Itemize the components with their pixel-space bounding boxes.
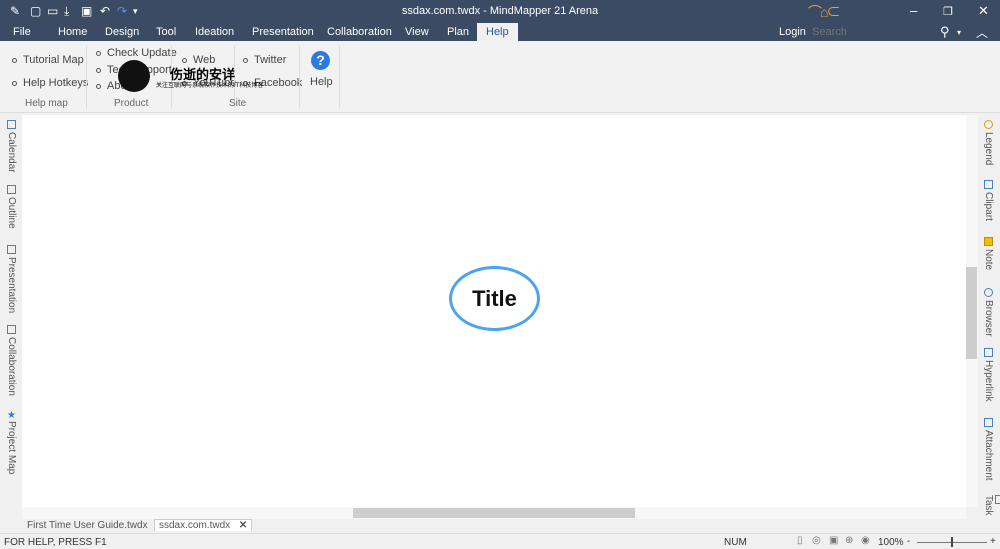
close-tab-icon[interactable]: ✕	[239, 520, 247, 531]
zoom-slider-handle[interactable]	[951, 537, 953, 547]
group-label-help-map: Help map	[25, 98, 68, 109]
tab-view[interactable]: View	[405, 26, 429, 38]
watermark-subtitle: 关注互联网与系统软件技术的IT科技博客	[156, 83, 264, 89]
search-input[interactable]	[812, 25, 938, 39]
tab-home[interactable]: Home	[58, 26, 87, 38]
close-button[interactable]: ✕	[978, 3, 989, 19]
restore-button[interactable]: ❐	[943, 5, 953, 18]
panel-clipart[interactable]: Clipart	[983, 180, 994, 221]
group-label-site: Site	[229, 98, 247, 109]
login-link[interactable]: Login	[779, 26, 806, 38]
zoom-icon[interactable]: ◉	[861, 535, 870, 546]
calendar-icon	[6, 120, 16, 129]
divider	[339, 46, 340, 108]
tab-file[interactable]: File	[13, 26, 31, 38]
horizontal-scrollbar[interactable]	[22, 507, 966, 519]
divider	[299, 46, 300, 108]
panel-legend[interactable]: Legend	[983, 120, 994, 165]
panel-hyperlink[interactable]: Hyperlink	[983, 348, 994, 402]
zoom-fit-icon[interactable]: ◎	[812, 535, 821, 546]
collapse-ribbon-icon[interactable]: ︿	[976, 24, 988, 41]
horizontal-scroll-thumb[interactable]	[353, 508, 635, 518]
panel-browser[interactable]: Browser	[983, 288, 994, 337]
twitter-button[interactable]: Twitter	[243, 54, 286, 66]
right-panel-bar: Legend Clipart Note Browser Hyperlink At…	[978, 115, 1000, 525]
title-bar: ✎ ▢ ▭ ⤓ ▣ ↶ ↷ ▾ ssdax.com.twdx - MindMap…	[0, 0, 1000, 23]
panel-outline[interactable]: Outline	[6, 185, 17, 229]
left-panel-bar: Calendar Outline Presentation Collaborat…	[0, 115, 22, 520]
doc-tab-ssdax[interactable]: ssdax.com.twdx ✕	[154, 519, 253, 531]
tab-design[interactable]: Design	[105, 26, 139, 38]
tab-collaboration[interactable]: Collaboration	[327, 26, 392, 38]
panel-task[interactable]: Task	[983, 495, 1000, 525]
panel-attachment[interactable]: Attachment	[983, 418, 994, 481]
panel-note[interactable]: Note	[983, 237, 994, 270]
globe-icon	[983, 288, 993, 297]
help-icon[interactable]: ?	[311, 51, 330, 70]
group-label-product: Product	[114, 98, 149, 109]
center-icon[interactable]: ⊕	[845, 535, 853, 546]
outline-icon	[6, 185, 16, 194]
ribbon: Tutorial Map Help Hotkeys Help map Check…	[0, 41, 1000, 113]
legend-icon	[983, 120, 993, 129]
task-icon	[994, 495, 1000, 504]
search-options-icon[interactable]: ▾	[957, 28, 961, 37]
note-icon	[983, 237, 993, 246]
search-icon[interactable]: ⚲	[940, 24, 950, 40]
vertical-scrollbar[interactable]	[966, 115, 978, 507]
tab-presentation[interactable]: Presentation	[252, 26, 314, 38]
vertical-scroll-thumb[interactable]	[966, 267, 977, 359]
presentation-view-icon[interactable]: ▣	[829, 535, 838, 546]
clipart-icon	[983, 180, 993, 189]
status-help-text: FOR HELP, PRESS F1	[4, 537, 107, 548]
window-title: ssdax.com.twdx - MindMapper 21 Arena	[401, 5, 599, 17]
star-icon: ★	[6, 410, 17, 421]
zoom-out-button[interactable]: -	[907, 536, 910, 547]
doc-tab-first-time-user-guide[interactable]: First Time User Guide.twdx	[27, 520, 148, 531]
help-button[interactable]: Help	[310, 76, 333, 88]
tab-ideation[interactable]: Ideation	[195, 26, 234, 38]
help-hotkeys-button[interactable]: Help Hotkeys	[12, 77, 88, 89]
document-tabs: First Time User Guide.twdx ssdax.com.twd…	[22, 519, 972, 532]
watermark-logo	[118, 60, 150, 92]
app-logo: ⌒⌂⊂	[808, 4, 841, 20]
attachment-icon	[983, 418, 993, 427]
collaboration-icon	[6, 325, 16, 334]
zoom-in-button[interactable]: +	[990, 536, 996, 547]
menu-bar: File Home Design Tool Ideation Presentat…	[0, 23, 1000, 41]
status-bar: FOR HELP, PRESS F1 NUM ▯ ◎ ▣ ⊕ ◉ 100% - …	[0, 533, 1000, 549]
zoom-level: 100%	[878, 537, 904, 548]
panel-collaboration[interactable]: Collaboration	[6, 325, 17, 396]
tab-plan[interactable]: Plan	[447, 26, 469, 38]
page-view-icon[interactable]: ▯	[797, 535, 803, 546]
hyperlink-icon	[983, 348, 993, 357]
tab-tool[interactable]: Tool	[156, 26, 176, 38]
minimize-button[interactable]: –	[910, 3, 917, 18]
tab-help[interactable]: Help	[477, 23, 518, 41]
tutorial-map-button[interactable]: Tutorial Map	[12, 54, 84, 66]
central-topic[interactable]: Title	[449, 266, 540, 331]
presentation-icon	[6, 245, 16, 254]
panel-project-map[interactable]: ★Project Map	[6, 410, 17, 474]
num-lock-indicator: NUM	[724, 537, 747, 548]
check-update-button[interactable]: Check Update	[96, 47, 177, 59]
panel-calendar[interactable]: Calendar	[6, 120, 17, 173]
panel-presentation[interactable]: Presentation	[6, 245, 17, 313]
divider	[86, 46, 87, 108]
